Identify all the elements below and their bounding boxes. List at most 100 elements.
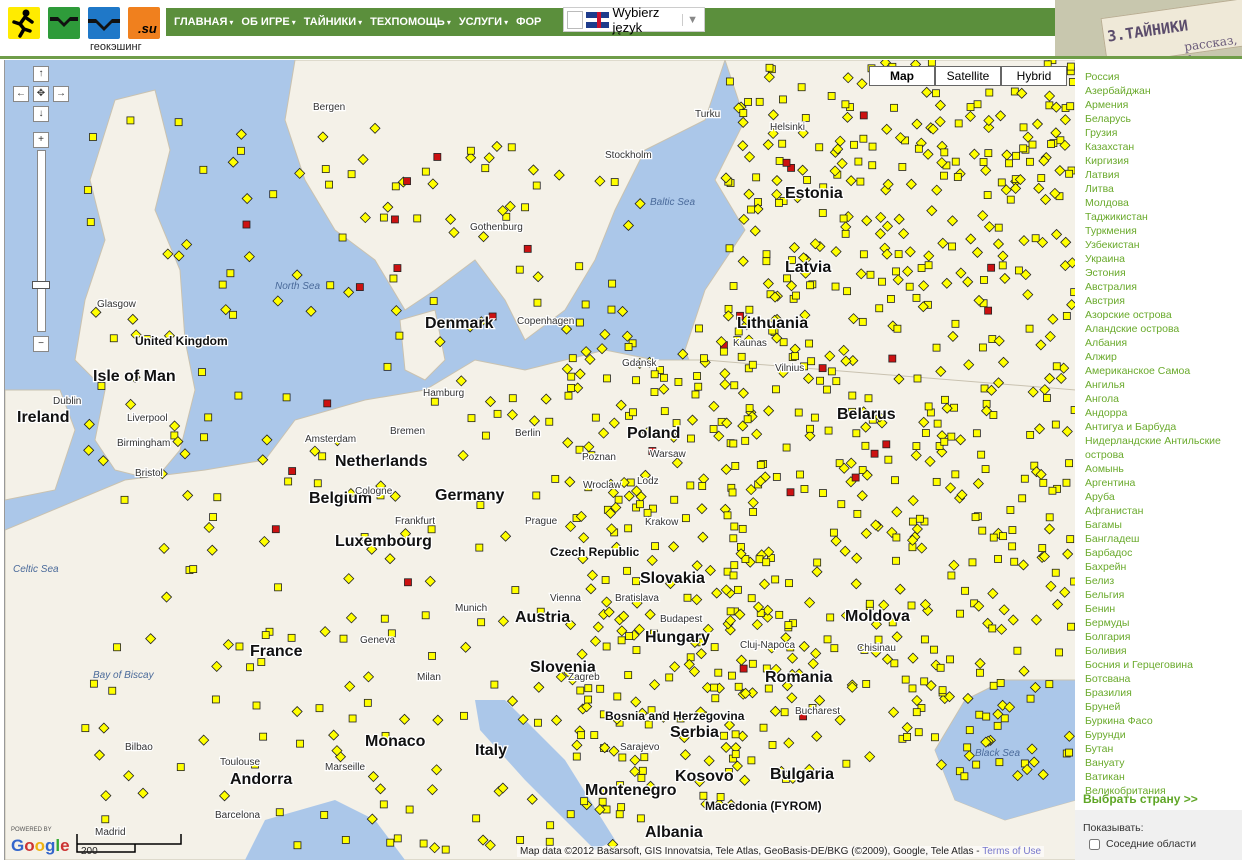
- country-link[interactable]: Аруба: [1085, 490, 1235, 504]
- country-link[interactable]: Литва: [1085, 182, 1235, 196]
- cache-marker-icon[interactable]: [994, 555, 1002, 563]
- cache-marker-icon[interactable]: [339, 634, 348, 643]
- cache-marker-icon[interactable]: [293, 841, 302, 850]
- cache-marker-icon[interactable]: [729, 439, 738, 448]
- cache-marker-icon[interactable]: [888, 354, 897, 363]
- cache-marker-icon[interactable]: [602, 642, 611, 651]
- cache-marker-icon[interactable]: [629, 408, 637, 417]
- cache-marker-icon[interactable]: [113, 643, 121, 652]
- cache-marker-icon[interactable]: [932, 89, 940, 98]
- cache-marker-icon[interactable]: [978, 526, 987, 535]
- country-link[interactable]: Узбекистан: [1085, 238, 1235, 252]
- cache-marker-icon[interactable]: [818, 364, 827, 373]
- cache-marker-icon[interactable]: [786, 488, 795, 497]
- cache-marker-icon[interactable]: [824, 426, 833, 435]
- cache-marker-icon[interactable]: [946, 655, 954, 664]
- cache-marker-icon[interactable]: [818, 209, 827, 217]
- neighbors-checkbox[interactable]: [1089, 838, 1100, 850]
- cache-marker-icon[interactable]: [229, 310, 237, 319]
- cache-marker-icon[interactable]: [584, 695, 593, 704]
- country-link[interactable]: Албания: [1085, 336, 1235, 350]
- cache-marker-icon[interactable]: [859, 134, 868, 143]
- cache-marker-icon[interactable]: [261, 434, 273, 446]
- cache-marker-icon[interactable]: [831, 282, 840, 291]
- cache-marker-icon[interactable]: [984, 306, 993, 315]
- cache-marker-icon[interactable]: [813, 558, 822, 567]
- cache-marker-icon[interactable]: [995, 758, 1004, 767]
- cache-marker-icon[interactable]: [961, 586, 969, 595]
- country-link[interactable]: Эстония: [1085, 266, 1235, 280]
- cache-marker-icon[interactable]: [686, 481, 695, 490]
- cache-marker-icon[interactable]: [1025, 324, 1034, 333]
- cache-marker-icon[interactable]: [901, 675, 910, 684]
- cache-marker-icon[interactable]: [827, 367, 836, 376]
- cache-marker-icon[interactable]: [405, 805, 414, 814]
- cache-marker-icon[interactable]: [1066, 102, 1075, 111]
- pan-center-icon[interactable]: ✥: [33, 86, 49, 102]
- cache-marker-icon[interactable]: [940, 437, 949, 446]
- cache-marker-icon[interactable]: [601, 576, 610, 584]
- cache-marker-icon[interactable]: [908, 684, 917, 693]
- country-link[interactable]: Азорские острова: [1085, 308, 1235, 322]
- cache-marker-icon[interactable]: [710, 643, 719, 652]
- country-link[interactable]: Бахрейн: [1085, 560, 1235, 574]
- cache-marker-icon[interactable]: [433, 153, 442, 161]
- cache-marker-icon[interactable]: [924, 261, 933, 270]
- country-link[interactable]: Антигуа и Барбуда: [1085, 420, 1235, 434]
- cache-marker-icon[interactable]: [472, 814, 481, 823]
- cache-marker-icon[interactable]: [252, 701, 261, 710]
- cache-marker-icon[interactable]: [567, 372, 576, 381]
- cache-marker-icon[interactable]: [752, 173, 761, 182]
- cache-marker-icon[interactable]: [954, 119, 963, 128]
- cache-marker-icon[interactable]: [546, 821, 555, 830]
- cache-marker-icon[interactable]: [947, 432, 956, 441]
- cache-marker-icon[interactable]: [490, 680, 499, 689]
- cache-marker-icon[interactable]: [932, 477, 941, 486]
- map-view[interactable]: United Kingdom Germany Poland France Romania…: [4, 60, 1076, 860]
- cache-marker-icon[interactable]: [1005, 159, 1013, 168]
- cache-marker-icon[interactable]: [693, 372, 701, 380]
- cache-marker-icon[interactable]: [179, 448, 191, 460]
- cache-marker-icon[interactable]: [1020, 474, 1029, 483]
- cache-marker-icon[interactable]: [729, 571, 738, 580]
- cache-marker-icon[interactable]: [843, 287, 851, 296]
- cache-marker-icon[interactable]: [617, 636, 626, 645]
- cache-marker-icon[interactable]: [912, 293, 921, 302]
- cache-marker-icon[interactable]: [296, 739, 304, 748]
- cache-marker-icon[interactable]: [1062, 478, 1071, 487]
- cache-marker-icon[interactable]: [235, 642, 244, 651]
- cache-marker-icon[interactable]: [859, 250, 868, 259]
- country-link[interactable]: Аомынь: [1085, 462, 1235, 476]
- cache-marker-icon[interactable]: [575, 318, 584, 327]
- cache-marker-icon[interactable]: [379, 800, 388, 809]
- cache-marker-icon[interactable]: [977, 450, 986, 459]
- cache-marker-icon[interactable]: [391, 182, 400, 191]
- country-link[interactable]: Бангладеш: [1085, 532, 1235, 546]
- cache-marker-icon[interactable]: [211, 695, 220, 704]
- cache-marker-icon[interactable]: [109, 334, 118, 343]
- cache-marker-icon[interactable]: [237, 146, 245, 155]
- cache-marker-icon[interactable]: [914, 144, 923, 153]
- cache-marker-icon[interactable]: [89, 679, 98, 688]
- country-link[interactable]: Бермуды: [1085, 616, 1235, 630]
- cache-marker-icon[interactable]: [632, 646, 641, 655]
- country-link[interactable]: Босния и Герцеговина: [1085, 658, 1235, 672]
- cache-marker-icon[interactable]: [624, 524, 633, 533]
- cache-marker-icon[interactable]: [81, 724, 90, 733]
- nav-item-services[interactable]: УСЛУГИ ▾: [459, 16, 508, 28]
- hat-logo-icon[interactable]: [88, 7, 120, 39]
- cache-marker-icon[interactable]: [762, 257, 771, 266]
- zoom-out-icon[interactable]: −: [33, 336, 49, 352]
- cache-marker-icon[interactable]: [246, 663, 254, 672]
- cache-marker-icon[interactable]: [830, 644, 839, 653]
- cache-marker-icon[interactable]: [913, 374, 922, 383]
- cache-marker-icon[interactable]: [731, 730, 740, 739]
- cache-marker-icon[interactable]: [728, 488, 737, 497]
- cache-marker-icon[interactable]: [615, 810, 624, 819]
- cache-marker-icon[interactable]: [999, 532, 1007, 541]
- cache-marker-icon[interactable]: [419, 839, 428, 848]
- cache-marker-icon[interactable]: [624, 343, 633, 351]
- choose-country-link[interactable]: Выбрать страну >>: [1083, 792, 1198, 806]
- cache-marker-icon[interactable]: [534, 718, 542, 727]
- cache-marker-icon[interactable]: [765, 63, 774, 72]
